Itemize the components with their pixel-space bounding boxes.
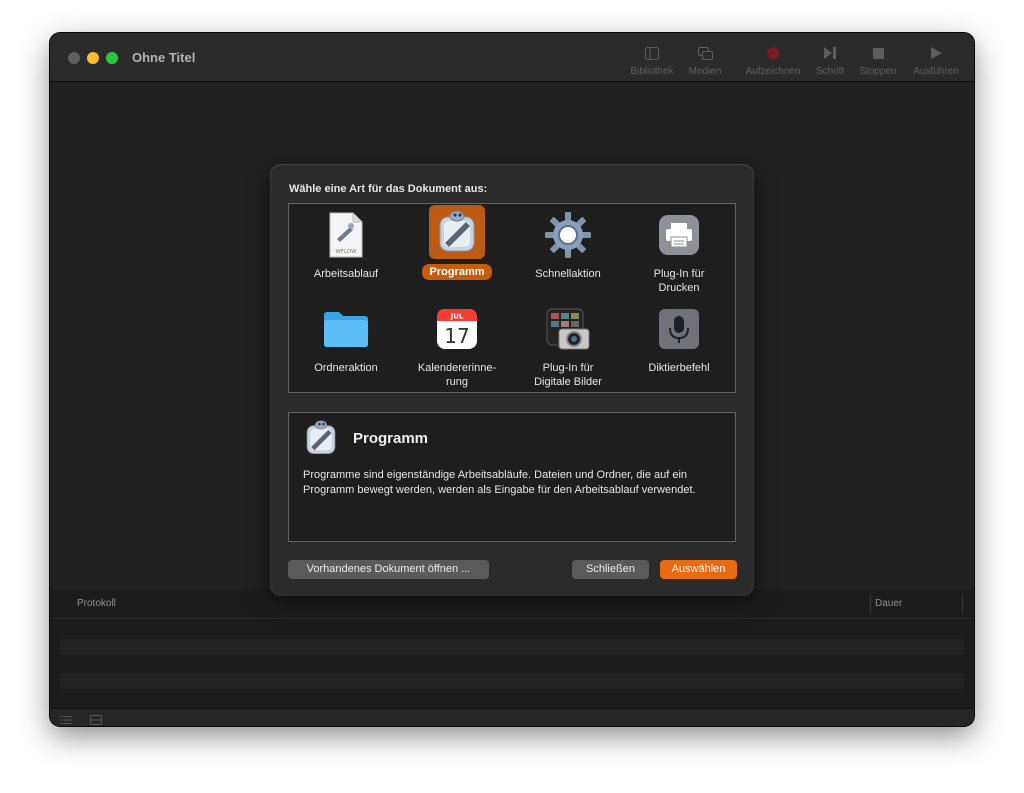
svg-text:17: 17	[444, 324, 469, 348]
log-view-icon[interactable]	[90, 712, 102, 726]
toolbar-media-button[interactable]: Medien	[684, 45, 726, 77]
toolbar-stop-label: Stoppen	[859, 66, 897, 77]
document-type-grid: WFLOW Arbeitsablauf Programm Schnellakti…	[288, 203, 736, 393]
type-quick-action[interactable]: Schnellaktion	[513, 208, 623, 282]
workflow-file-icon: WFLOW	[318, 208, 374, 262]
type-print-plugin[interactable]: Plug-In für Drucken	[624, 208, 734, 296]
toolbar-stop-button[interactable]: Stoppen	[856, 45, 900, 77]
log-row	[60, 639, 964, 655]
type-calendar-alarm[interactable]: JUL 17 Kalendererinne-rung	[402, 302, 512, 390]
zoom-window-button[interactable]	[106, 52, 118, 64]
toolbar-step-button[interactable]: Schritt	[812, 45, 848, 77]
dialog-prompt: Wähle eine Art für das Dokument aus:	[289, 183, 488, 195]
column-divider	[962, 594, 963, 614]
toolbar-step-label: Schritt	[815, 66, 845, 77]
automator-robot-icon	[429, 205, 485, 259]
play-icon	[908, 45, 964, 61]
type-dictation-command-label: Diktierbefehl	[648, 362, 710, 374]
type-folder-action-label: Ordneraktion	[314, 362, 378, 374]
choose-button[interactable]: Auswählen	[660, 560, 737, 579]
window-title: Ohne Titel	[132, 50, 196, 65]
toolbar-library-label: Bibliothek	[630, 66, 674, 77]
open-existing-button[interactable]: Vorhandenes Dokument öffnen ...	[288, 560, 489, 579]
toolbar-record-label: Aufzeichnen	[745, 66, 801, 77]
log-column-duration[interactable]: Dauer	[875, 598, 902, 609]
toolbar-record-button[interactable]: Aufzeichnen	[742, 45, 804, 77]
calendar-icon: JUL 17	[429, 302, 485, 356]
type-application-label: Programm	[422, 264, 492, 280]
title-bar: Ohne Titel Bibliothek Medien Aufzeichnen…	[50, 33, 974, 82]
log-panel: Protokoll Dauer	[50, 590, 974, 708]
gear-icon	[540, 208, 596, 262]
type-quick-action-label: Schnellaktion	[535, 268, 601, 280]
microphone-icon	[651, 302, 707, 356]
description-text: Programme sind eigenständige Arbeitsablä…	[303, 469, 696, 496]
type-calendar-alarm-label: Kalendererinne-rung	[417, 362, 497, 388]
printer-icon	[651, 208, 707, 262]
image-capture-icon	[540, 302, 596, 356]
log-row	[60, 673, 964, 689]
type-workflow-label: Arbeitsablauf	[313, 268, 379, 280]
toolbar-run-label: Ausführen	[913, 66, 959, 77]
close-button[interactable]: Schließen	[572, 560, 649, 579]
column-divider	[870, 594, 871, 614]
type-application[interactable]: Programm	[402, 205, 512, 280]
bottom-bar	[50, 708, 974, 726]
type-workflow[interactable]: WFLOW Arbeitsablauf	[291, 208, 401, 282]
type-image-capture-plugin[interactable]: Plug-In für Digitale Bilder	[513, 302, 623, 390]
svg-text:JUL: JUL	[450, 313, 464, 321]
document-type-dialog: Wähle eine Art für das Dokument aus: WFL…	[271, 165, 753, 595]
type-image-capture-plugin-label: Plug-In für Digitale Bilder	[534, 362, 602, 388]
type-description-box: Programm Programme sind eigenständige Ar…	[288, 412, 736, 542]
svg-text:WFLOW: WFLOW	[335, 249, 357, 255]
toolbar-library-button[interactable]: Bibliothek	[626, 45, 678, 77]
stop-icon	[856, 45, 900, 61]
media-icon	[684, 45, 726, 61]
type-print-plugin-label: Plug-In für Drucken	[653, 268, 705, 294]
record-icon	[742, 45, 804, 61]
type-dictation-command[interactable]: Diktierbefehl	[624, 302, 734, 376]
log-column-protocol[interactable]: Protokoll	[77, 598, 116, 609]
automator-robot-icon	[303, 419, 339, 462]
type-folder-action[interactable]: Ordneraktion	[291, 302, 401, 376]
library-icon	[626, 45, 678, 61]
toolbar-media-label: Medien	[688, 66, 722, 77]
close-window-button[interactable]	[68, 52, 80, 64]
description-title: Programm	[353, 430, 429, 447]
minimize-window-button[interactable]	[87, 52, 99, 64]
step-icon	[812, 45, 848, 61]
folder-icon	[318, 302, 374, 356]
list-view-icon[interactable]	[60, 712, 72, 726]
toolbar-run-button[interactable]: Ausführen	[908, 45, 964, 77]
